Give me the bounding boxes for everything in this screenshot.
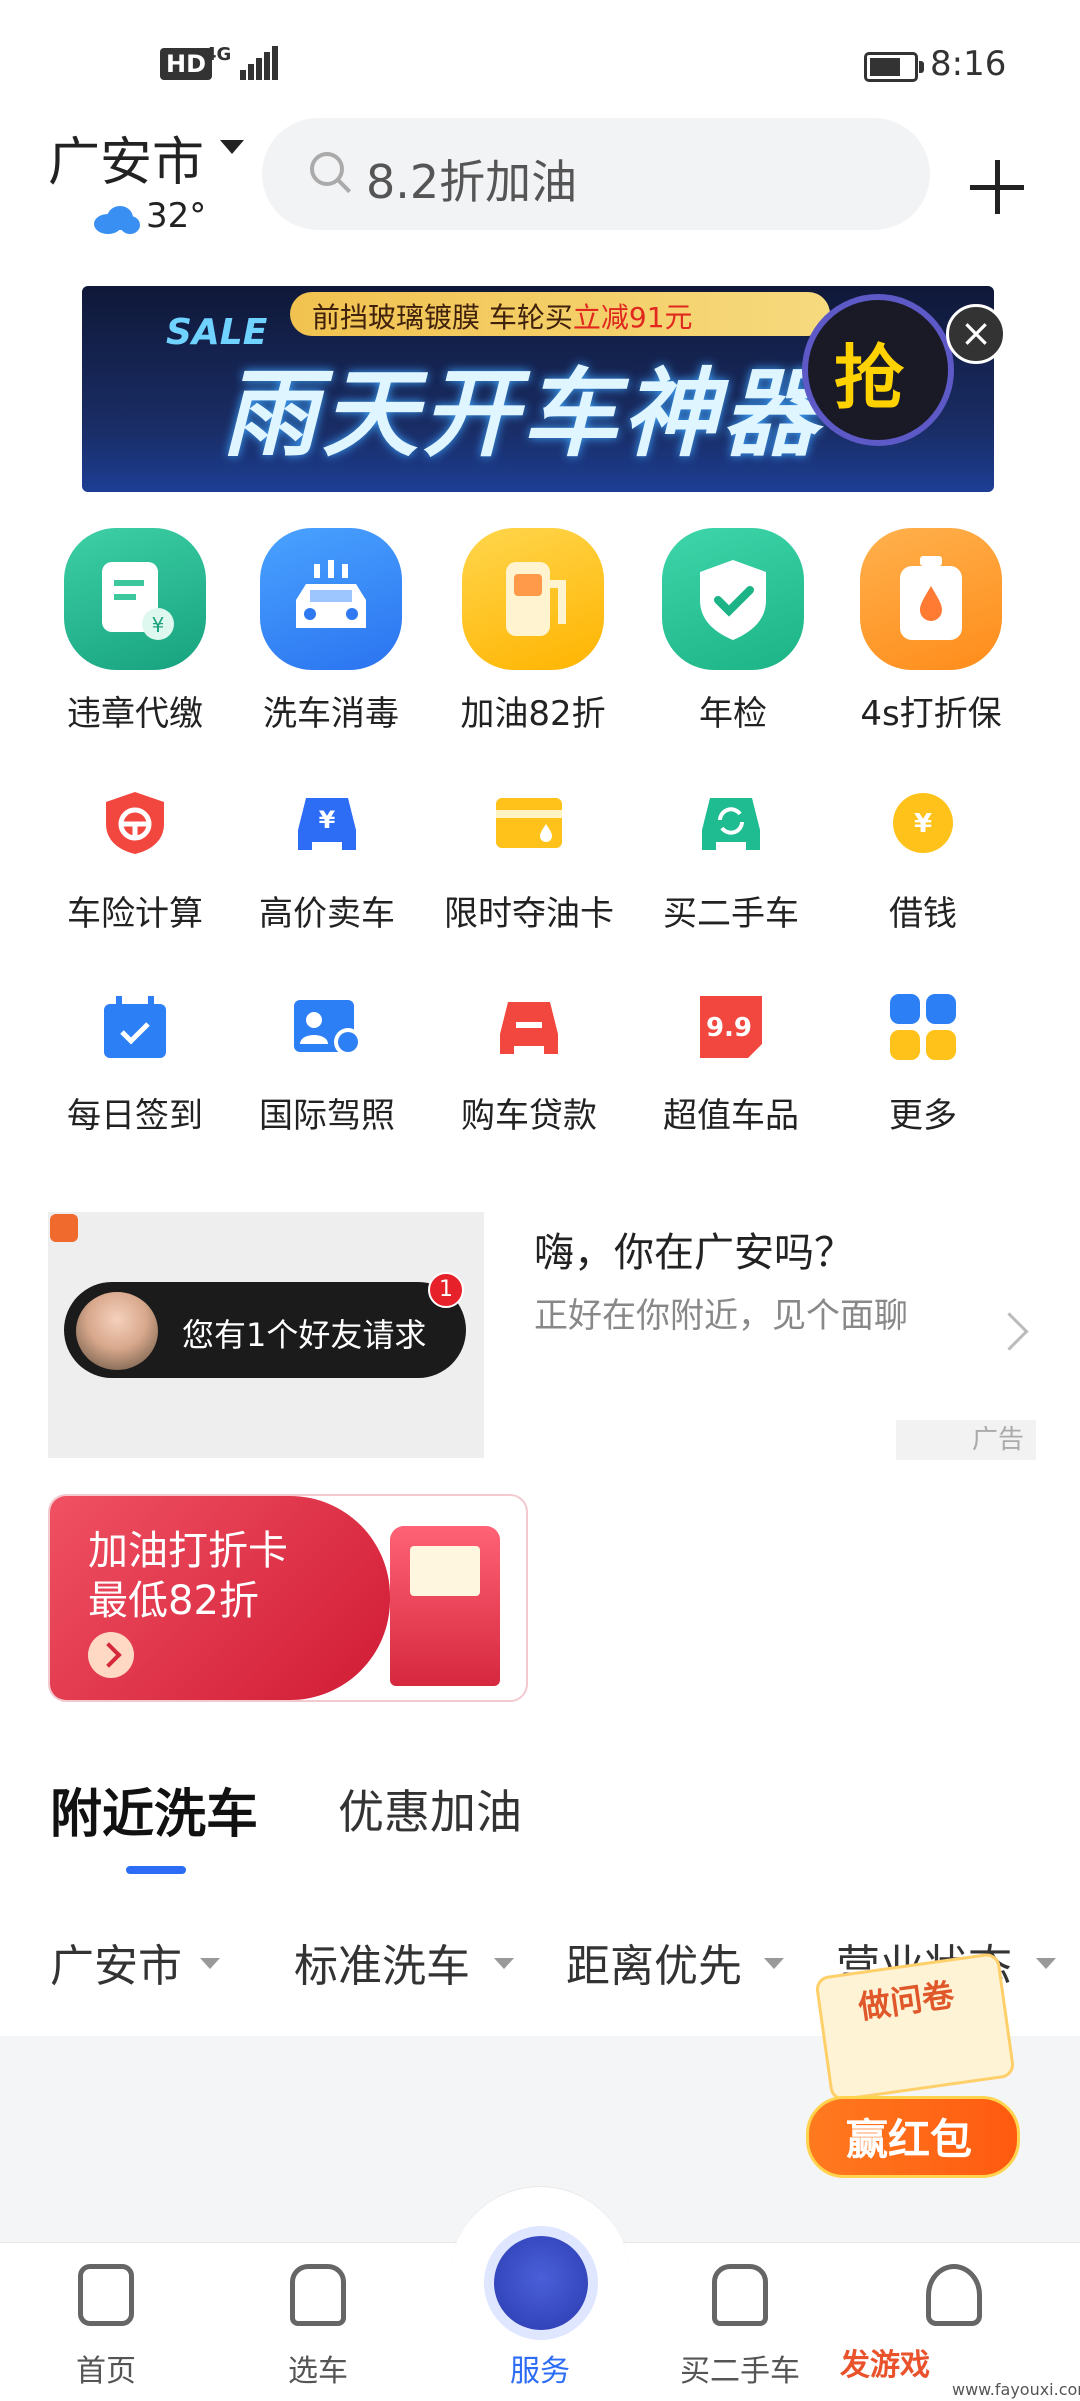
fuel-pump-icon[interactable] [462, 528, 604, 670]
chevron-right-icon[interactable] [990, 1312, 1029, 1351]
calendar-check-icon[interactable] [100, 994, 170, 1060]
service-label-violation: 违章代缴 [67, 694, 203, 734]
caret-down-icon[interactable] [764, 1958, 784, 1969]
promo-banner[interactable]: 前挡玻璃镀膜 车轮买立减91元 SALE 雨天开车神器 抢 [82, 286, 994, 492]
cloud-icon [94, 206, 140, 234]
banner-discount: 立减91元 [572, 301, 693, 334]
service-label-more: 更多 [889, 1096, 957, 1136]
sell-car-icon[interactable]: ¥ [292, 790, 362, 856]
fuel-discount-card[interactable]: 加油打折卡 最低82折 [48, 1494, 528, 1702]
oil-can-icon[interactable] [860, 528, 1002, 670]
friend-request-text: 您有1个好友请求 [182, 1316, 427, 1354]
search-bar[interactable] [262, 118, 930, 230]
license-card-icon[interactable] [292, 994, 362, 1060]
filter-wash-type[interactable]: 标准洗车 [294, 1930, 470, 1994]
service-label-sell-car: 高价卖车 [259, 894, 395, 934]
service-label-carwash: 洗车消毒 [263, 694, 399, 734]
caret-down-icon[interactable] [1036, 1958, 1056, 1969]
nav-select-car[interactable]: 选车 [228, 2346, 408, 2390]
yen-coin-icon[interactable]: ¥ [888, 790, 958, 856]
arrow-right-icon[interactable] [88, 1632, 134, 1678]
profile-icon[interactable] [926, 2264, 982, 2326]
fox-logo-icon [50, 1214, 78, 1242]
tab-discount-fuel[interactable]: 优惠加油 [338, 1776, 522, 1842]
service-label-loan: 借钱 [889, 894, 957, 934]
service-label-insurance: 车险计算 [67, 894, 203, 934]
notification-badge: 1 [428, 1272, 464, 1308]
search-icon [310, 152, 344, 186]
temperature: 32° [146, 196, 207, 236]
price-tag-icon[interactable]: 9.9 [696, 994, 766, 1060]
home-doc-icon[interactable] [78, 2264, 134, 2326]
active-tab-indicator [126, 1866, 186, 1874]
watermark-logo: 发游戏 [840, 2348, 930, 2383]
nav-used-car[interactable]: 买二手车 [650, 2346, 830, 2390]
insurance-shield-icon[interactable] [100, 790, 170, 856]
fuel-card-icon[interactable] [494, 790, 564, 856]
caret-down-icon[interactable] [494, 1958, 514, 1969]
service-label-fuel: 加油82折 [460, 694, 606, 734]
plus-icon[interactable] [970, 160, 1024, 214]
car-loan-icon[interactable] [494, 994, 564, 1060]
nav-home[interactable]: 首页 [16, 2346, 196, 2390]
ad-subtitle: 正好在你附近，见个面聊 [534, 1296, 908, 1336]
used-car-nav-icon[interactable] [712, 2264, 768, 2326]
shield-check-icon[interactable] [662, 528, 804, 670]
service-label-used-car: 买二手车 [663, 894, 799, 934]
battery-icon [864, 52, 924, 82]
avatar [76, 1292, 158, 1370]
service-label-checkin: 每日签到 [67, 1096, 203, 1136]
redpacket-text: 赢红包 [846, 2115, 973, 2164]
service-label-intl-license: 国际驾照 [259, 1096, 395, 1136]
fuel-card-subtitle: 最低82折 [88, 1578, 259, 1624]
status-bar: HD 4G 8:16 [0, 0, 1080, 120]
svg-text:9.9: 9.9 [706, 1013, 752, 1043]
grid-more-icon[interactable] [888, 994, 958, 1060]
banner-title: 雨天开车神器 [222, 358, 822, 470]
nav-service[interactable]: 服务 [450, 2346, 630, 2390]
filter-sort[interactable]: 距离优先 [566, 1930, 742, 1994]
svg-text:¥: ¥ [152, 613, 165, 637]
banner-top-text: 前挡玻璃镀膜 车轮买立减91元 [312, 301, 693, 334]
gas-pump-screen [410, 1546, 480, 1596]
caret-down-icon[interactable] [200, 1958, 220, 1969]
service-center-icon[interactable] [494, 2236, 588, 2330]
clock: 8:16 [930, 44, 1007, 84]
banner-grab-label: 抢 [834, 337, 904, 419]
signal-icon [226, 46, 278, 80]
car-select-icon[interactable] [290, 2264, 346, 2326]
search-placeholder[interactable]: 8.2折加油 [366, 146, 577, 212]
used-car-icon[interactable] [696, 790, 766, 856]
tab-nearby-carwash[interactable]: 附近洗车 [50, 1772, 258, 1847]
svg-text:¥: ¥ [319, 806, 336, 834]
violation-payment-icon[interactable]: ¥ [64, 528, 206, 670]
city-selector[interactable]: 广安市 [48, 120, 204, 195]
close-icon[interactable]: × [946, 304, 1006, 364]
filter-city[interactable]: 广安市 [50, 1930, 182, 1994]
service-label-car-loan: 购车贷款 [461, 1096, 597, 1136]
svg-text:¥: ¥ [914, 809, 932, 839]
service-label-4s: 4s打折保 [860, 694, 1002, 734]
ad-label: 广告 [896, 1420, 1036, 1460]
watermark-url: www.fayouxi.com [952, 2380, 1080, 2399]
caret-down-icon[interactable] [220, 140, 244, 154]
car-wash-icon[interactable] [260, 528, 402, 670]
service-label-car-goods: 超值车品 [663, 1096, 799, 1136]
service-label-inspection: 年检 [699, 694, 767, 734]
ad-title[interactable]: 嗨，你在广安吗？ [534, 1220, 854, 1278]
service-label-fuel-card: 限时夺油卡 [444, 894, 614, 934]
